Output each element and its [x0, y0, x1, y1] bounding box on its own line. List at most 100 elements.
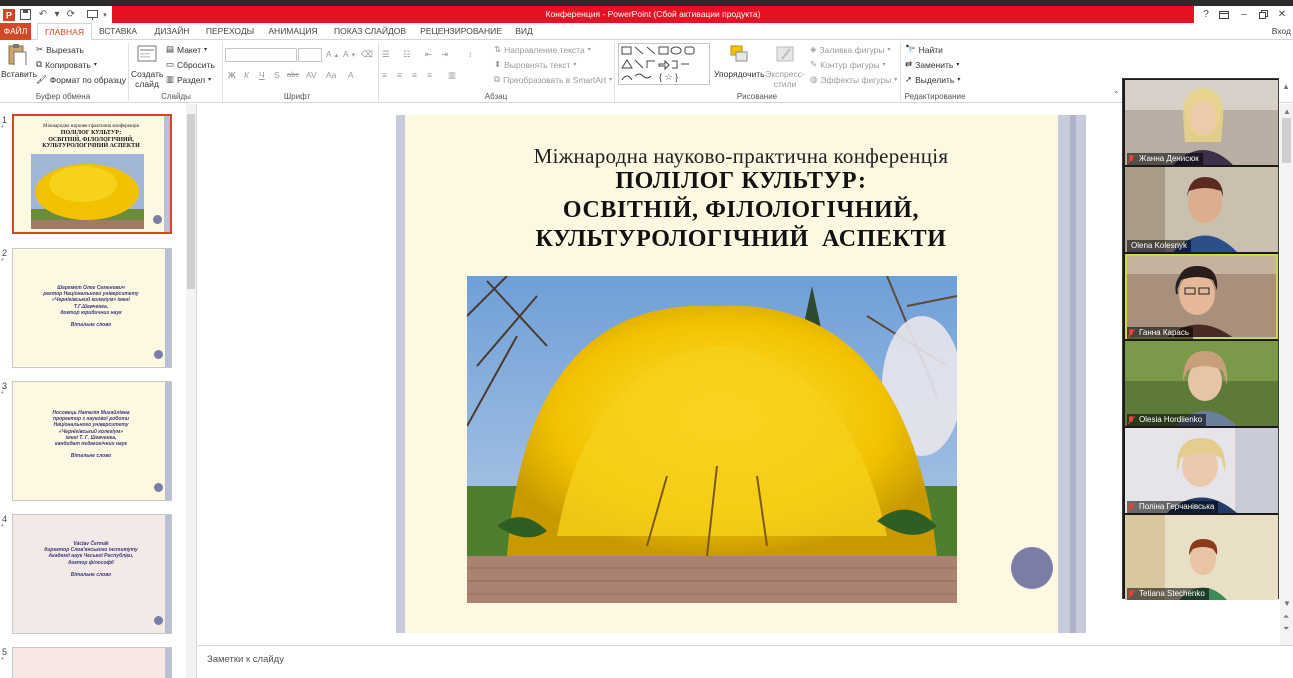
collapse-ribbon-icon[interactable]: ⌃ [1113, 90, 1120, 99]
undo-dropdown-icon[interactable]: ▾ [50, 7, 64, 22]
close-icon[interactable]: ✕ [1272, 6, 1292, 23]
align-left-icon[interactable]: ≡ [382, 70, 387, 80]
tab-review[interactable]: РЕЦЕНЗИРОВАНИЕ [419, 23, 503, 40]
slide-scrollbar[interactable]: ▲ ▼ ⏶ ⏷ [1280, 104, 1293, 645]
decrease-indent-icon[interactable]: ⇤ [425, 49, 432, 60]
columns-icon[interactable]: ▥ [448, 70, 456, 81]
italic-button[interactable]: К [244, 70, 249, 80]
notes-pane[interactable]: Заметки к слайду [198, 645, 1293, 678]
clear-formatting-icon[interactable]: ⌫ [361, 49, 373, 60]
chevron-down-icon: ▾ [587, 47, 591, 53]
font-name-input[interactable] [225, 48, 297, 62]
customize-qat-icon[interactable]: ▾ [98, 7, 112, 22]
shape-fill-button[interactable]: ◈ Заливка фигуры ▾ [810, 44, 890, 55]
help-button[interactable]: ? [1196, 6, 1216, 23]
underline-button[interactable]: Ч [259, 70, 265, 80]
redo-icon[interactable]: ⟳ [64, 7, 78, 22]
tab-animation[interactable]: АНИМАЦИЯ [265, 23, 321, 40]
text-direction-button[interactable]: ⇅ Направление текста ▾ [494, 44, 591, 55]
format-painter-button[interactable]: 🖌 Формат по образцу [36, 74, 126, 85]
bold-button[interactable]: Ж [228, 70, 236, 80]
tab-insert[interactable]: ВСТАВКА [96, 23, 140, 40]
align-text-button[interactable]: ⬍ Выровнять текст ▾ [494, 59, 576, 70]
thumb-text-line: Вітальне слово [70, 571, 112, 578]
start-slideshow-icon[interactable] [85, 7, 99, 22]
bullets-icon[interactable]: ☰ [382, 49, 390, 60]
sign-in-link[interactable]: Вход [1272, 23, 1291, 40]
arrange-button[interactable]: Упорядочить [714, 43, 765, 79]
ribbon-display-options-icon[interactable] [1214, 6, 1234, 23]
participant-tile[interactable]: Поліна Герчанівська [1125, 428, 1278, 513]
animation-star-icon: * [1, 391, 4, 398]
tab-transitions[interactable]: ПЕРЕХОДЫ [202, 23, 258, 40]
current-slide[interactable]: Міжнародна науково-практична конференція… [396, 115, 1086, 633]
quick-styles-button[interactable]: Экспресс- стили [765, 43, 805, 89]
title-bar: P ↶ ▾ ⟳ ▾ Конференция - PowerPoint (Сбой… [0, 6, 1293, 23]
scroll-down-icon[interactable]: ▼ [1283, 599, 1291, 608]
slide-number: 1 [2, 115, 8, 125]
slide-thumbnail-4[interactable]: Václav Čermák директор Слов'янського інс… [12, 514, 172, 634]
shapes-gallery[interactable]: { ☆ } [618, 43, 710, 85]
restore-icon[interactable] [1253, 6, 1273, 23]
slide-right-bar-inner [1070, 115, 1076, 633]
previous-slide-icon[interactable]: ⏶ [1283, 612, 1289, 622]
chevron-down-icon: ▾ [894, 77, 898, 83]
minimize-icon[interactable]: – [1234, 6, 1254, 23]
new-slide-button[interactable]: Создать слайд [131, 43, 163, 89]
align-right-icon[interactable]: ≡ [412, 70, 417, 80]
shrink-font-icon[interactable]: A ▾ [343, 49, 355, 59]
participant-tile[interactable]: Tetiana Stechenko [1125, 515, 1278, 600]
slide-subtitle[interactable]: Міжнародна науково-практична конференція [436, 144, 1046, 169]
forsythia-photo[interactable] [467, 276, 957, 603]
slide-thumbnail-2[interactable]: Шеремет Олег Семенович ректор Національн… [12, 248, 172, 368]
tab-slideshow[interactable]: ПОКАЗ СЛАЙДОВ [332, 23, 408, 40]
participant-tile[interactable]: Ганна Карась [1125, 254, 1278, 339]
copy-button[interactable]: ⧉ Копировать ▾ [36, 59, 97, 70]
align-center-icon[interactable]: ≡ [397, 70, 402, 80]
paste-button[interactable]: Вставить [1, 43, 37, 79]
text-shadow-button[interactable]: S [274, 70, 280, 80]
save-icon[interactable] [18, 7, 32, 22]
scroll-up-icon[interactable]: ▲ [1283, 107, 1291, 116]
font-size-input[interactable] [298, 48, 322, 62]
reset-button[interactable]: ▭ Сбросить [166, 59, 215, 70]
slide-title[interactable]: ПОЛІЛОГ КУЛЬТУР: ОСВІТНІЙ, ФІЛОЛОГІЧНИЙ,… [436, 167, 1046, 254]
justify-icon[interactable]: ≡ [427, 70, 432, 80]
find-button[interactable]: 🔭 Найти [905, 44, 943, 55]
tab-home[interactable]: ГЛАВНАЯ [37, 23, 92, 40]
increase-indent-icon[interactable]: ⇥ [441, 49, 448, 60]
tab-file[interactable]: ФАЙЛ [0, 23, 31, 40]
shape-fill-label: Заливка фигуры [819, 44, 885, 55]
tab-view[interactable]: ВИД [513, 23, 535, 40]
slide-thumbnail-3[interactable]: Носовець Наталія Михайлівна проректор з … [12, 381, 172, 501]
participants-scroll-up-icon[interactable]: ▲ [1282, 82, 1290, 91]
strikethrough-button[interactable]: abc [287, 70, 299, 79]
numbering-icon[interactable]: ☷ [403, 49, 411, 60]
change-case-button[interactable]: Aa [326, 70, 336, 80]
replace-button[interactable]: ⇄ Заменить ▾ [905, 59, 959, 70]
line-spacing-icon[interactable]: ↕ [468, 49, 472, 59]
participant-tile[interactable]: Жанна Денисюк [1125, 80, 1278, 165]
slide-thumbnail-5[interactable] [12, 647, 172, 678]
smartart-button[interactable]: ⧉ Преобразовать в SmartArt ▾ [494, 74, 612, 85]
scrollbar-thumb[interactable] [187, 114, 195, 289]
select-button[interactable]: ➚ Выделить ▾ [905, 74, 960, 85]
tab-design[interactable]: ДИЗАЙН [150, 23, 194, 40]
section-button[interactable]: ▥ Раздел ▾ [166, 74, 211, 85]
participant-tile[interactable]: Olesia Hordiienko [1125, 341, 1278, 426]
scrollbar-thumb[interactable] [1282, 118, 1291, 163]
grow-font-icon[interactable]: A ▴ [326, 49, 338, 59]
slide-thumbnail-1[interactable]: Міжнародна науково-практична конференція… [12, 114, 172, 234]
thumbnails-scrollbar[interactable] [186, 104, 196, 678]
font-color-icon[interactable]: A [348, 70, 354, 80]
participant-tile[interactable]: Olena Kolesnyk [1125, 167, 1278, 252]
undo-icon[interactable]: ↶ [36, 7, 50, 22]
cut-button[interactable]: ✂ Вырезать [36, 44, 84, 55]
char-spacing-icon[interactable]: AV [306, 70, 317, 80]
slide-side-bar [165, 515, 171, 633]
brush-icon: 🖌 [36, 74, 47, 84]
shape-outline-button[interactable]: ✎ Контур фигуры ▾ [810, 59, 886, 70]
layout-button[interactable]: ▤ Макет ▾ [166, 44, 207, 55]
next-slide-icon[interactable]: ⏷ [1283, 624, 1289, 634]
shape-effects-button[interactable]: ◍ Эффекты фигуры ▾ [810, 74, 897, 85]
